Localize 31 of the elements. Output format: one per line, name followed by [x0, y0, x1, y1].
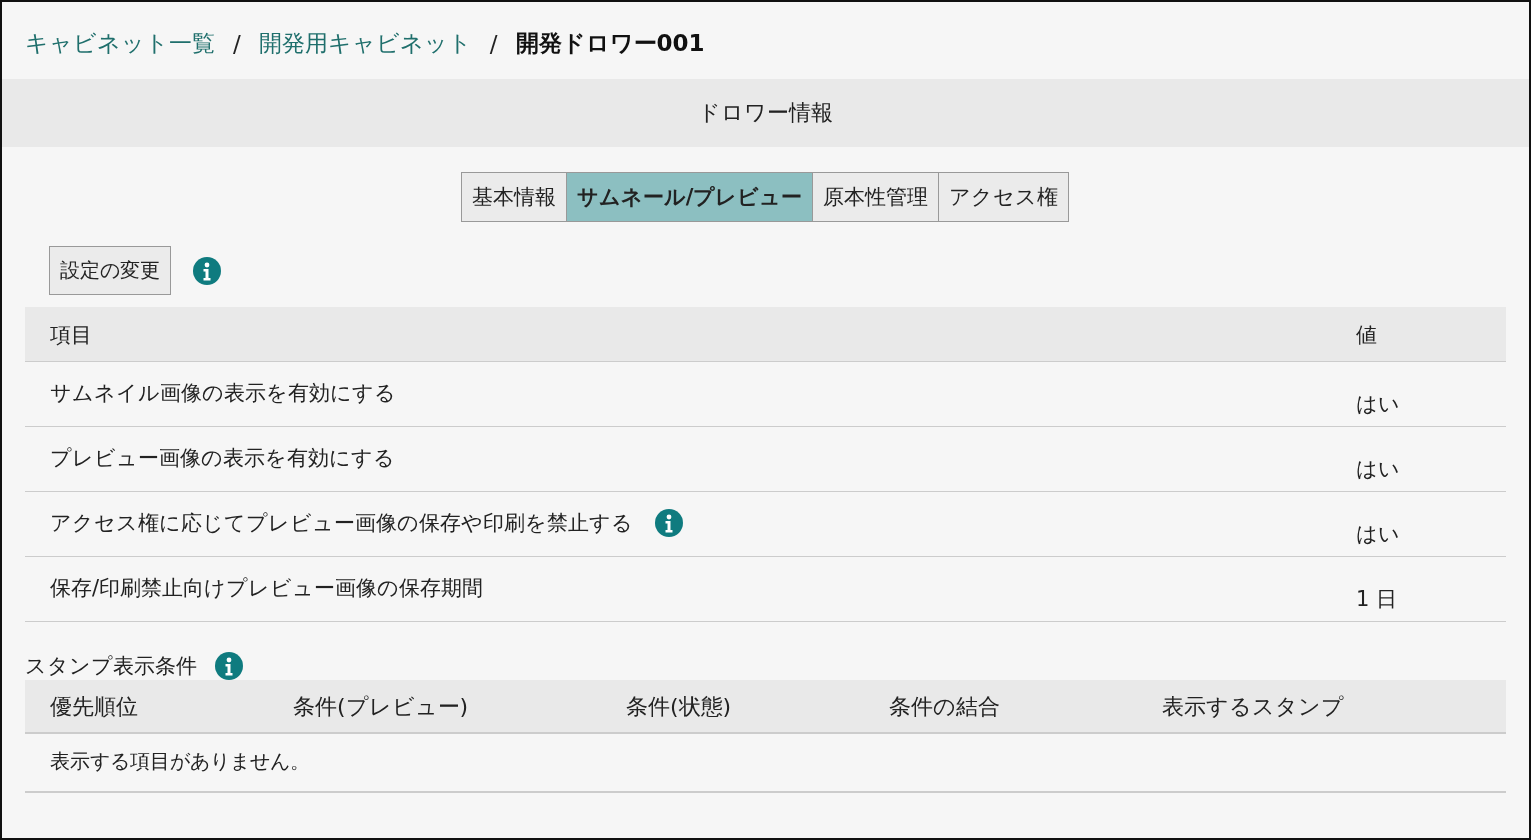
setting-value: はい	[1331, 361, 1506, 427]
tab[interactable]: 原本性管理	[812, 172, 940, 222]
tab[interactable]: 基本情報	[460, 172, 567, 222]
setting-label: サムネイル画像の表示を有効にする	[50, 380, 396, 407]
breadcrumb-current: 開発ドロワー001	[515, 29, 705, 58]
column-header: 項目	[25, 307, 1331, 362]
section-title: スタンプ表示条件	[25, 653, 197, 680]
setting-label: 保存/印刷禁止向けプレビュー画像の保存期間	[50, 575, 484, 602]
setting-value: 1 日	[1331, 556, 1506, 622]
settings-button[interactable]: 設定の変更	[49, 246, 171, 295]
setting-label: プレビュー画像の表示を有効にする	[50, 445, 395, 472]
column-header: 優先順位	[25, 680, 268, 733]
setting-value: はい	[1331, 491, 1506, 557]
info-icon[interactable]	[655, 509, 683, 537]
info-icon[interactable]	[215, 652, 243, 680]
empty-message: 表示する項目がありません。	[25, 733, 1506, 792]
tab[interactable]: アクセス権	[938, 172, 1070, 222]
info-icon[interactable]	[193, 256, 221, 285]
breadcrumb-separator: /	[233, 30, 241, 57]
setting-value: はい	[1331, 426, 1506, 492]
breadcrumb-link[interactable]: 開発用キャビネット	[258, 28, 472, 59]
column-header: 表示するスタンプ	[1137, 680, 1506, 733]
tab[interactable]: サムネール/プレビュー	[565, 172, 814, 222]
breadcrumb-separator: /	[489, 30, 498, 57]
panel-title: ドロワー情報	[2, 79, 1529, 147]
breadcrumb-link[interactable]: キャビネット一覧	[25, 28, 215, 59]
column-header: 条件(プレビュー)	[268, 680, 601, 733]
column-header: 条件(状態)	[601, 680, 864, 733]
column-header: 値	[1331, 307, 1506, 362]
column-header: 条件の結合	[864, 680, 1137, 733]
setting-label: アクセス権に応じてプレビュー画像の保存や印刷を禁止する	[50, 510, 633, 537]
